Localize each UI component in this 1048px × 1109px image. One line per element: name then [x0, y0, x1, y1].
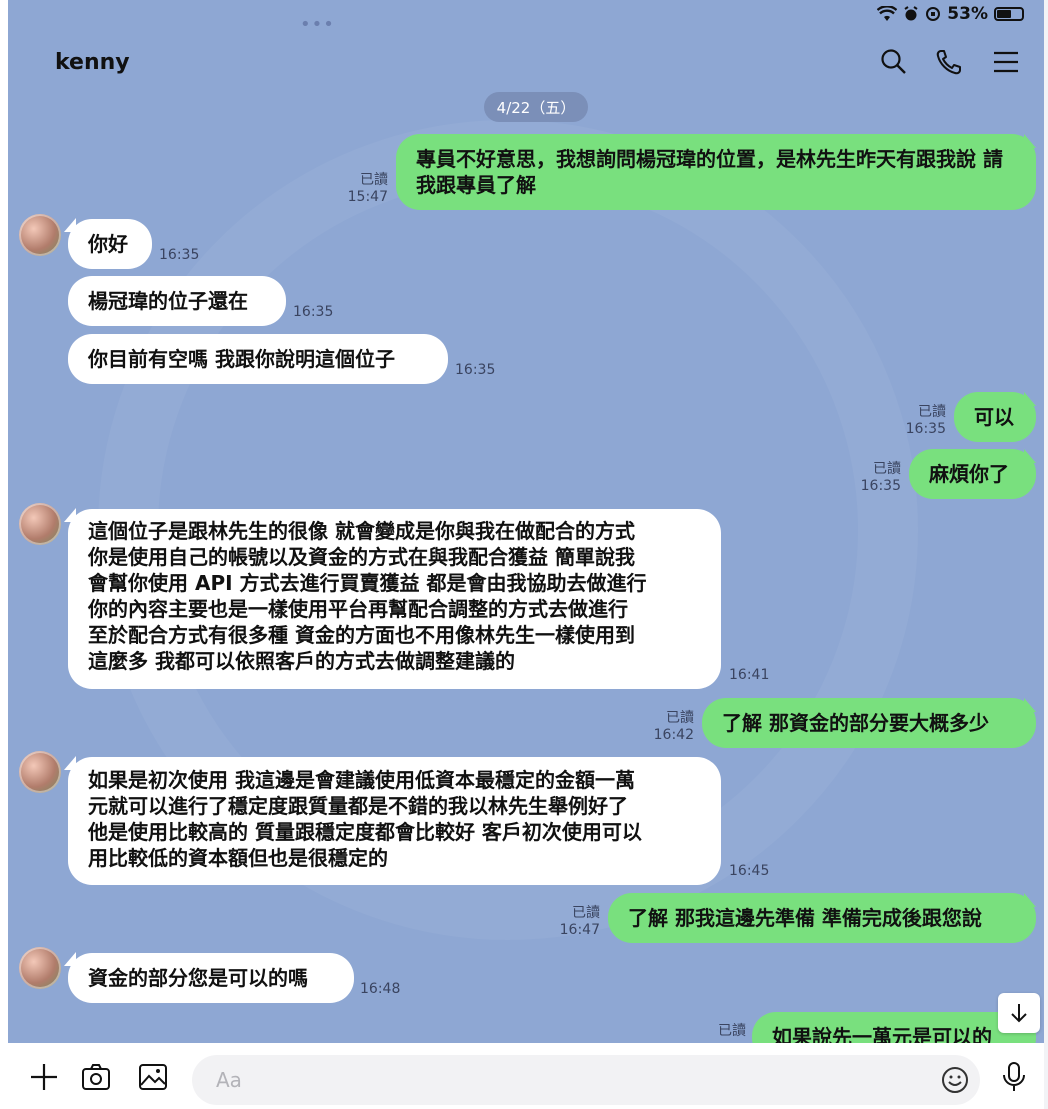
message-line: 元就可以進行了穩定度跟質量都是不錯的我以林先生舉例好了 — [88, 794, 628, 818]
bubble-tail — [1024, 698, 1036, 712]
orientation-lock-icon — [926, 7, 941, 21]
read-receipt: 已讀 — [718, 1023, 746, 1039]
message-time: 16:35 — [860, 478, 901, 494]
message-line: 你是使用自己的帳號以及資金的方式在與我配合獲益 簡單說我 — [88, 545, 635, 569]
read-receipt: 已讀 — [918, 404, 946, 420]
incoming-message[interactable]: 你目前有空嗎 我跟你說明這個位子 — [68, 334, 448, 384]
message-line: 會幫你使用 API 方式去進行買賣獲益 都是會由我協助去做進行 — [88, 571, 647, 595]
avatar[interactable] — [19, 947, 61, 989]
message-input-box[interactable] — [192, 1055, 980, 1105]
message-time: 16:45 — [729, 863, 770, 879]
chat-title: kenny — [55, 50, 130, 75]
camera-icon[interactable] — [78, 1059, 114, 1095]
arrow-down-icon[interactable] — [998, 993, 1040, 1033]
message-time: 16:35 — [293, 304, 334, 320]
bubble-tail — [1024, 449, 1036, 463]
message-time: 16:35 — [455, 362, 496, 378]
message-meta: 已讀 16:35 — [855, 461, 901, 495]
image-icon[interactable] — [135, 1059, 171, 1095]
message-meta: 已讀 16:47 — [554, 905, 600, 939]
left-edge — [0, 0, 8, 1109]
outgoing-message[interactable]: 了解 那我這邊先準備 準備完成後跟您說 — [608, 893, 1036, 943]
avatar[interactable] — [19, 214, 61, 256]
date-divider: 4/22（五） — [484, 92, 588, 122]
outgoing-message[interactable]: 麻煩你了 — [909, 449, 1036, 499]
outgoing-message[interactable]: 了解 那資金的部分要大概多少 — [702, 698, 1036, 748]
message-time: 16:41 — [729, 667, 770, 683]
avatar[interactable] — [19, 503, 61, 545]
incoming-message[interactable]: 如果是初次使用 我這邊是會建議使用低資本最穩定的金額一萬 元就可以進行了穩定度跟… — [68, 757, 721, 885]
wifi-icon — [877, 6, 898, 21]
outgoing-message[interactable]: 專員不好意思，我想詢問楊冠瑋的位置，是林先生昨天有跟我說 請我跟專員了解 — [396, 134, 1036, 210]
incoming-message[interactable]: 楊冠瑋的位子還在 — [68, 276, 286, 326]
right-edge — [1044, 0, 1048, 1109]
read-receipt: 已讀 — [873, 461, 901, 477]
read-receipt: 已讀 — [572, 905, 600, 921]
message-input[interactable] — [214, 1067, 918, 1093]
message-time: 16:35 — [159, 247, 200, 263]
message-line: 如果是初次使用 我這邊是會建議使用低資本最穩定的金額一萬 — [88, 768, 635, 792]
bubble-tail — [1024, 893, 1036, 907]
message-meta: 已讀 16:42 — [648, 710, 694, 744]
message-time: 16:42 — [653, 727, 694, 743]
battery-icon — [994, 7, 1024, 21]
incoming-message[interactable]: 資金的部分您是可以的嗎 — [68, 953, 354, 1003]
plus-icon[interactable] — [26, 1059, 62, 1095]
message-line: 你的內容主要也是一樣使用平台再幫配合調整的方式去做進行 — [88, 597, 628, 621]
phone-icon[interactable] — [929, 44, 969, 80]
status-bar: 53% — [877, 4, 1024, 24]
message-line: 他是使用比較高的 質量跟穩定度都會比較好 客戶初次使用可以 — [88, 820, 642, 844]
menu-icon[interactable] — [986, 44, 1026, 80]
mic-icon[interactable] — [996, 1059, 1032, 1095]
message-time: 16:47 — [559, 922, 600, 938]
message-meta: 已讀 — [700, 1023, 746, 1040]
message-line: 這麼多 我都可以依照客戶的方式去做調整建議的 — [88, 649, 515, 673]
bubble-tail — [1024, 392, 1036, 406]
message-time: 15:47 — [347, 189, 388, 205]
outgoing-message[interactable]: 如果說先一萬元是可以的 — [752, 1012, 1036, 1043]
message-meta: 已讀 16:35 — [900, 404, 946, 438]
read-receipt: 已讀 — [360, 172, 388, 188]
composer-bar — [8, 1043, 1044, 1109]
alarm-icon — [904, 6, 918, 21]
battery-fill — [997, 10, 1011, 18]
incoming-message[interactable]: 這個位子是跟林先生的很像 就會變成是你與我在做配合的方式 你是使用自己的帳號以及… — [68, 509, 721, 689]
avatar[interactable] — [19, 751, 61, 793]
message-meta: 已讀 15:47 — [342, 172, 388, 206]
bubble-tail — [1024, 134, 1036, 148]
message-line: 至於配合方式有很多種 資金的方面也不用像林先生一樣使用到 — [88, 623, 635, 647]
message-time: 16:35 — [905, 421, 946, 437]
message-time: 16:48 — [360, 981, 401, 997]
search-icon[interactable] — [874, 44, 914, 80]
read-receipt: 已讀 — [666, 710, 694, 726]
incoming-message[interactable]: 你好 — [68, 219, 152, 269]
more-dots-icon[interactable]: ••• — [300, 14, 335, 35]
battery-percentage: 53% — [947, 4, 988, 24]
emoji-icon[interactable] — [940, 1065, 970, 1099]
message-line: 這個位子是跟林先生的很像 就會變成是你與我在做配合的方式 — [88, 519, 635, 543]
message-line: 用比較低的資本額但也是很穩定的 — [88, 846, 388, 870]
